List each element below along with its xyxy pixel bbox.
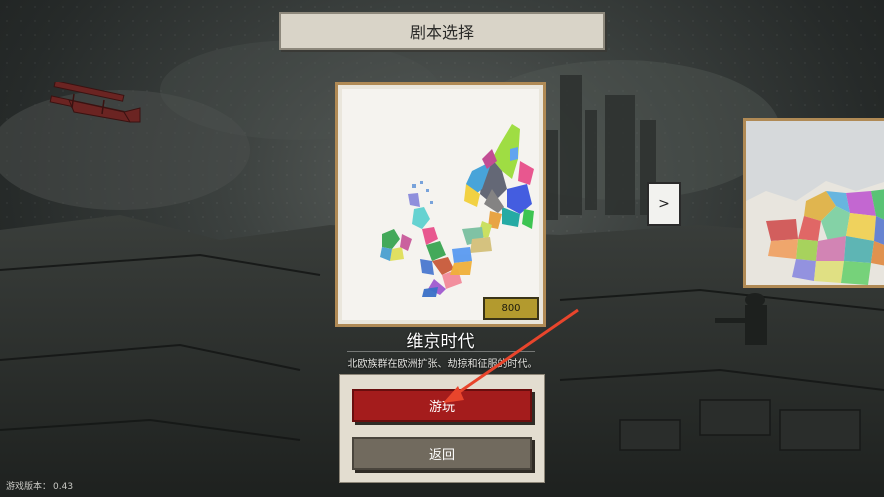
scenario-name: 维京时代: [406, 332, 475, 352]
version-label: 游戏版本：: [6, 482, 52, 492]
version-value: 0.43: [53, 482, 74, 492]
back-button[interactable]: 返回: [352, 437, 532, 470]
scenario-select-screen: 剧本选择 800 维京时代 北欧族群在欧洲扩张、劫掠和征服的时代。 游玩 返回 …: [0, 0, 884, 497]
scenario-score-badge: 800: [483, 297, 539, 320]
play-button[interactable]: 游玩: [352, 389, 532, 422]
scenario-card-viking-age[interactable]: [335, 82, 546, 327]
page-title: 剧本选择: [279, 12, 605, 50]
game-version: 游戏版本： 0.43: [6, 479, 73, 492]
next-scenario-card[interactable]: [743, 118, 884, 288]
scenario-description: 北欧族群在欧洲扩张、劫掠和征服的时代。: [347, 359, 538, 370]
next-scenario-button[interactable]: >: [647, 182, 681, 226]
next-scenario-map-thumbnail: [746, 121, 884, 285]
action-panel: 游玩 返回: [339, 374, 545, 483]
scenario-map-thumbnail: [342, 89, 539, 320]
chevron-right-icon: >: [658, 196, 670, 212]
divider: [347, 351, 535, 352]
biplane-icon: [49, 82, 141, 123]
